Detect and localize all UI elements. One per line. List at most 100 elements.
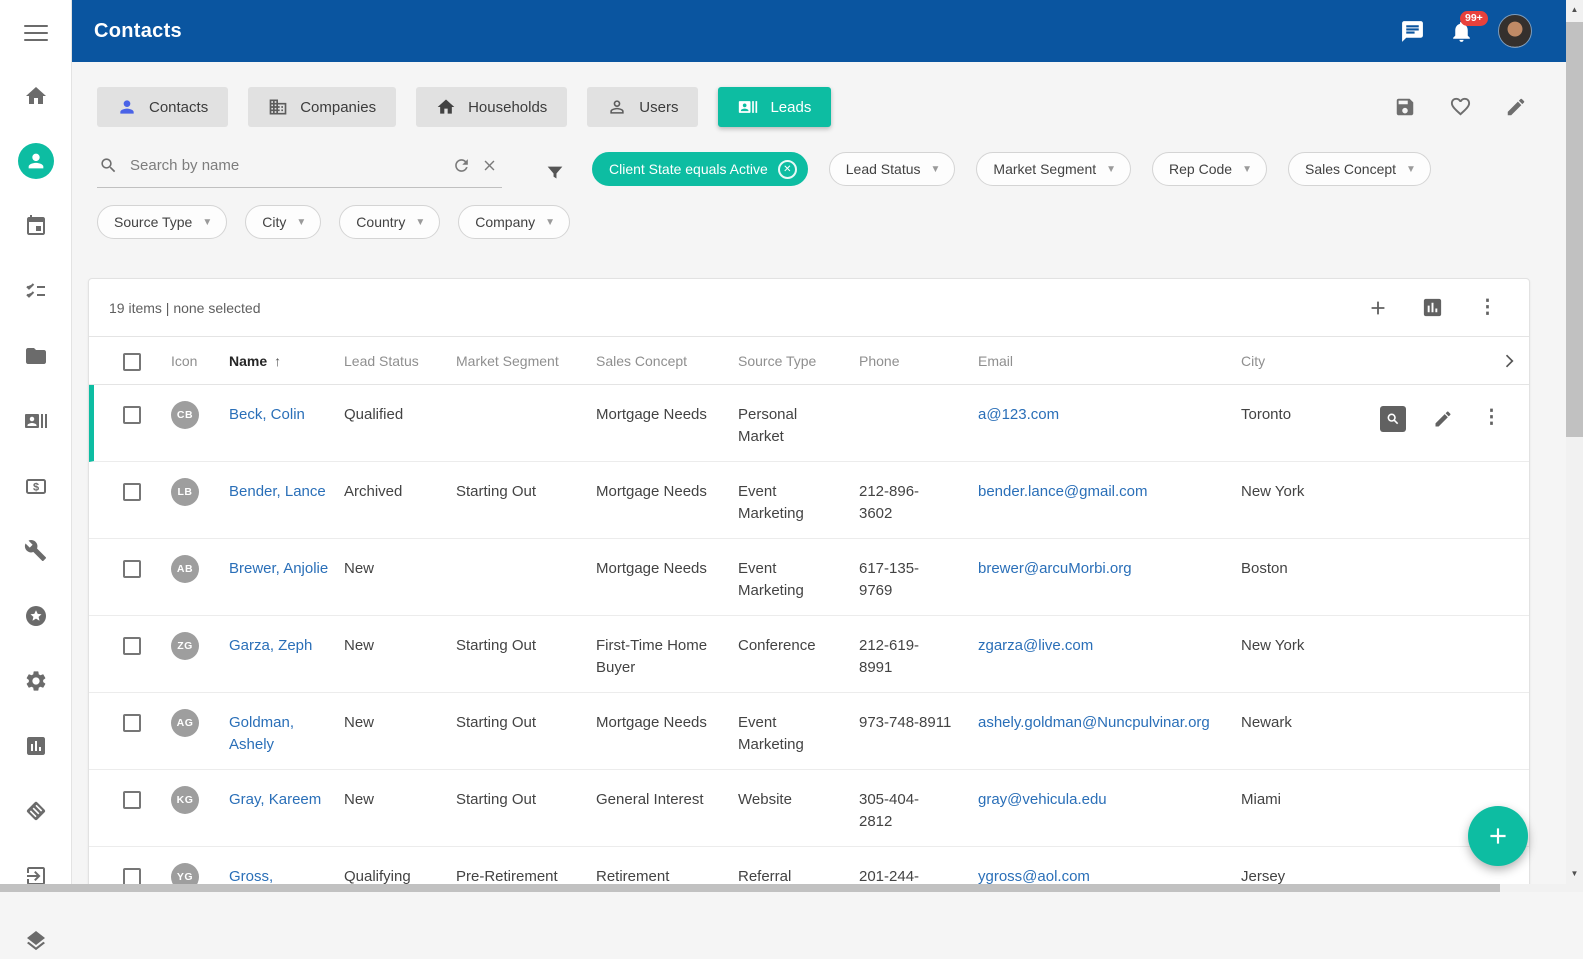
table-row[interactable]: CB Beck, Colin Qualified Mortgage Needs … — [89, 385, 1529, 462]
filter-button[interactable] — [544, 162, 566, 184]
filter-chip-city[interactable]: City▼ — [245, 205, 321, 239]
sidebar-item-calendar[interactable] — [18, 208, 54, 244]
contact-name-link[interactable]: Goldman, Ashely — [229, 714, 294, 753]
row-checkbox[interactable] — [123, 406, 141, 424]
sidebar-item-contacts[interactable] — [18, 143, 54, 179]
sidebar-item-settings[interactable] — [18, 663, 54, 699]
contact-name-link[interactable]: Brewer, Anjolie — [229, 560, 328, 577]
tab-leads[interactable]: Leads — [718, 87, 831, 127]
sidebar-item-tools[interactable] — [18, 533, 54, 569]
refresh-button[interactable] — [452, 156, 471, 175]
favorite-view-button[interactable] — [1449, 95, 1472, 118]
search-input[interactable] — [128, 156, 442, 175]
list-more-button[interactable]: ⋮ — [1476, 298, 1499, 317]
column-header-name[interactable]: Name↑ — [229, 353, 344, 369]
save-view-button[interactable] — [1394, 96, 1416, 118]
tab-households[interactable]: Households — [416, 87, 567, 127]
search-box — [97, 150, 502, 188]
contact-name-link[interactable]: Gray, Kareem — [229, 791, 321, 808]
contact-email-link[interactable]: brewer@arcuMorbi.org — [978, 560, 1132, 577]
table-row[interactable]: YG Gross, Qualifying Pre-Retirement Reti… — [89, 847, 1529, 884]
filter-chip-company[interactable]: Company▼ — [458, 205, 570, 239]
sidebar-item-billing[interactable]: $ — [18, 468, 54, 504]
add-lead-fab[interactable] — [1468, 806, 1528, 866]
row-checkbox[interactable] — [123, 714, 141, 732]
row-source-type-cell: Referral — [738, 866, 859, 884]
column-header-source-type[interactable]: Source Type — [738, 353, 859, 369]
remove-filter-icon[interactable]: ✕ — [778, 160, 797, 179]
row-checkbox[interactable] — [123, 560, 141, 578]
contact-email-link[interactable]: zgarza@live.com — [978, 637, 1093, 654]
sidebar-item-integrations[interactable] — [18, 793, 54, 829]
table-row[interactable]: AG Goldman, Ashely New Starting Out Mort… — [89, 693, 1529, 770]
sidebar-item-documents[interactable] — [18, 338, 54, 374]
select-all-checkbox[interactable] — [123, 353, 141, 371]
row-checkbox-cell — [123, 558, 171, 578]
column-header-lead-status[interactable]: Lead Status — [344, 353, 456, 369]
preview-button[interactable] — [1380, 406, 1406, 432]
filter-chip-market-segment[interactable]: Market Segment▼ — [976, 152, 1131, 186]
tab-contacts[interactable]: Contacts — [97, 87, 228, 127]
filter-chip-source-type[interactable]: Source Type▼ — [97, 205, 227, 239]
row-checkbox[interactable] — [123, 868, 141, 884]
vertical-scrollbar[interactable]: ▲ ▼ — [1566, 0, 1583, 884]
table-row[interactable]: ZG Garza, Zeph New Starting Out First-Ti… — [89, 616, 1529, 693]
filter-chip-rep-code[interactable]: Rep Code▼ — [1152, 152, 1267, 186]
chart-view-button[interactable] — [1421, 296, 1444, 319]
column-header-market-segment[interactable]: Market Segment — [456, 353, 596, 369]
applied-filter-chip[interactable]: Client State equals Active ✕ — [592, 152, 808, 186]
contact-name-link[interactable]: Garza, Zeph — [229, 637, 312, 654]
sidebar-item-reports[interactable] — [18, 728, 54, 764]
sidebar-item-favorites[interactable] — [18, 598, 54, 634]
contact-email-link[interactable]: gray@vehicula.edu — [978, 791, 1107, 808]
table-row[interactable]: AB Brewer, Anjolie New Mortgage Needs Ev… — [89, 539, 1529, 616]
more-columns-chevron[interactable] — [1499, 351, 1529, 371]
horizontal-scrollbar[interactable] — [0, 884, 1566, 892]
user-avatar[interactable] — [1498, 14, 1532, 48]
column-header-city[interactable]: City — [1241, 353, 1371, 369]
tab-label: Companies — [300, 99, 376, 116]
entity-tabs: Contacts Companies Households Users Lead… — [97, 87, 831, 127]
horizontal-scroll-thumb[interactable] — [0, 884, 1500, 892]
scroll-up-arrow[interactable]: ▲ — [1566, 2, 1583, 18]
sidebar-item-layers[interactable] — [18, 923, 54, 959]
sidebar-item-tasks[interactable] — [18, 273, 54, 309]
contact-email-link[interactable]: ygross@aol.com — [978, 868, 1090, 884]
column-header-phone[interactable]: Phone — [859, 353, 978, 369]
filter-chip-sales-concept[interactable]: Sales Concept▼ — [1288, 152, 1431, 186]
contact-card-icon — [24, 409, 48, 433]
column-header-email[interactable]: Email — [978, 353, 1241, 369]
row-more-button[interactable]: ⋮ — [1480, 408, 1503, 427]
column-header-sales-concept[interactable]: Sales Concept — [596, 353, 738, 369]
notifications-button[interactable]: 99+ — [1449, 19, 1474, 44]
sidebar-item-home[interactable] — [18, 78, 54, 114]
row-sales-concept-cell: General Interest — [596, 789, 738, 811]
chat-button[interactable] — [1400, 19, 1425, 44]
tab-users[interactable]: Users — [587, 87, 698, 127]
table-row[interactable]: KG Gray, Kareem New Starting Out General… — [89, 770, 1529, 847]
contact-name-link[interactable]: Bender, Lance — [229, 483, 326, 500]
contact-email-link[interactable]: bender.lance@gmail.com — [978, 483, 1147, 500]
filter-chip-country[interactable]: Country▼ — [339, 205, 440, 239]
edit-view-button[interactable] — [1505, 96, 1527, 118]
vertical-scroll-thumb[interactable] — [1566, 22, 1583, 437]
row-checkbox[interactable] — [123, 483, 141, 501]
contact-email-link[interactable]: a@123.com — [978, 406, 1059, 423]
hamburger-menu-icon[interactable] — [24, 20, 48, 46]
add-item-button[interactable] — [1367, 297, 1389, 319]
tab-label: Households — [468, 99, 547, 116]
sidebar-item-leads[interactable] — [18, 403, 54, 439]
scroll-down-arrow[interactable]: ▼ — [1566, 866, 1583, 882]
contact-name-link[interactable]: Beck, Colin — [229, 406, 305, 423]
row-checkbox[interactable] — [123, 637, 141, 655]
contact-email-link[interactable]: ashely.goldman@Nuncpulvinar.org — [978, 714, 1210, 731]
column-header-icon[interactable]: Icon — [171, 353, 229, 369]
clear-search-button[interactable] — [481, 157, 498, 174]
contact-name-link[interactable]: Gross, — [229, 868, 273, 884]
table-row[interactable]: LB Bender, Lance Archived Starting Out M… — [89, 462, 1529, 539]
row-checkbox[interactable] — [123, 791, 141, 809]
page-title: Contacts — [72, 20, 182, 43]
tab-companies[interactable]: Companies — [248, 87, 396, 127]
edit-row-button[interactable] — [1433, 409, 1453, 429]
filter-chip-lead-status[interactable]: Lead Status▼ — [829, 152, 956, 186]
